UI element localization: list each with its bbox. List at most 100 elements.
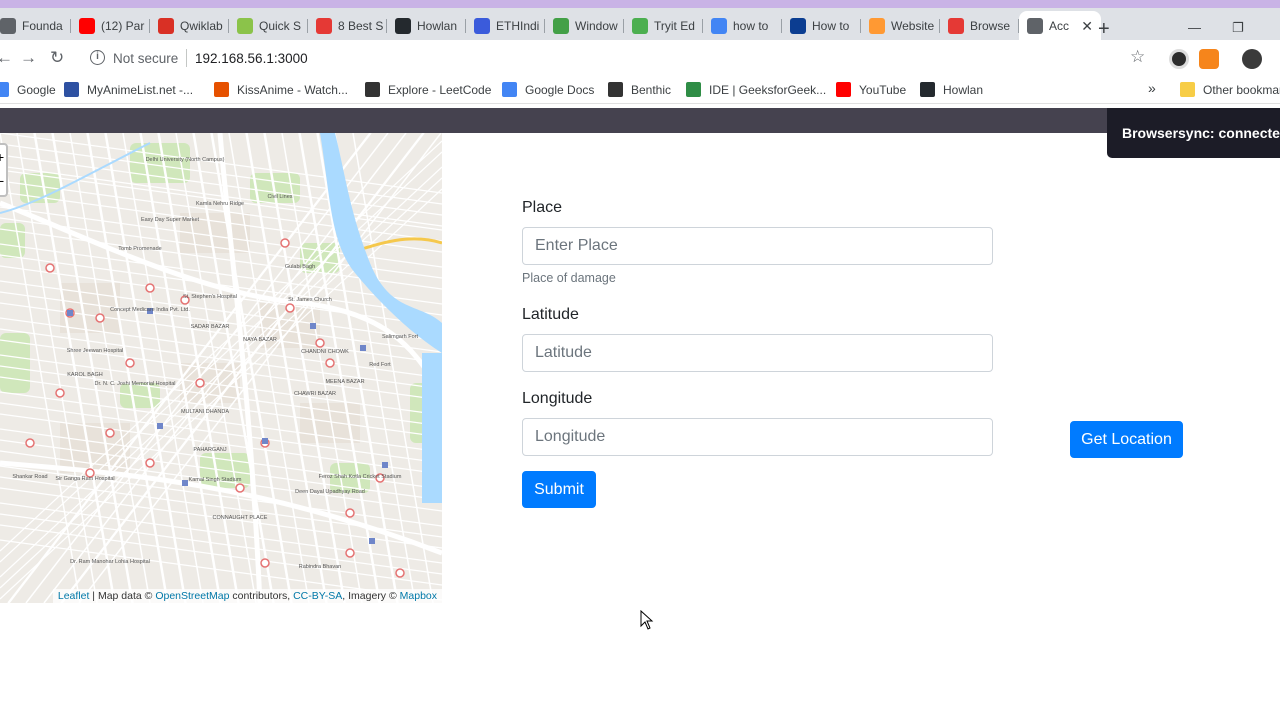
map-transit-marker <box>262 438 268 444</box>
tab-strip: Founda (12) Par Qwiklab Quick S 8 Best S Howl… <box>0 8 1280 40</box>
leaflet-link[interactable]: Leaflet <box>58 590 90 602</box>
bookmark-label: IDE | GeeksforGeek... <box>709 82 827 97</box>
tab-title: Howlan <box>417 18 458 33</box>
bookmark-item[interactable]: Explore - LeetCode <box>365 82 491 97</box>
map-poi-marker <box>145 458 155 468</box>
bookmark-item[interactable]: IDE | GeeksforGeek... <box>686 82 826 97</box>
submit-button[interactable]: Submit <box>522 471 596 508</box>
url-text[interactable]: 192.168.56.1:3000 <box>195 51 308 66</box>
gfg-icon <box>686 82 701 97</box>
mal-icon <box>64 82 79 97</box>
extension-icon[interactable] <box>1169 49 1189 69</box>
tab-title: Browse <box>970 18 1011 33</box>
address-bar[interactable]: i Not secure 192.168.56.1:3000 ☆ <box>80 44 1160 72</box>
bookmark-label: Howlan <box>943 82 984 97</box>
map-poi-marker <box>395 568 405 578</box>
browser-tab[interactable]: ETHIndi <box>466 11 545 40</box>
map-place-label: CHANDNI CHOWK <box>301 349 349 355</box>
browser-tab[interactable]: Website <box>861 11 940 40</box>
map-street <box>33 133 115 603</box>
browser-tab[interactable]: Howlan <box>387 11 466 40</box>
docs-icon <box>502 82 517 97</box>
map-transit-marker <box>369 538 375 544</box>
map-park <box>0 223 25 258</box>
longitude-input[interactable] <box>522 418 993 456</box>
browser-tab[interactable]: Browse <box>940 11 1019 40</box>
map-street <box>34 133 116 603</box>
bookmarks-overflow-button[interactable]: » <box>1148 80 1156 96</box>
window-top-strip <box>0 0 1280 8</box>
new-tab-button[interactable]: + <box>1098 18 1110 41</box>
forward-arrow-icon[interactable]: → <box>20 48 37 68</box>
attribution-text: contributors, <box>229 590 294 602</box>
map-place-label: Kamla Nehru Ridge <box>196 201 244 207</box>
place-label: Place <box>522 199 563 216</box>
zoom-in-button[interactable]: + <box>0 149 8 165</box>
browser-tab[interactable]: Quick S <box>229 11 308 40</box>
leaf-icon <box>237 17 253 34</box>
map-place-label: NAYA BAZAR <box>243 337 277 343</box>
bookmark-star-icon[interactable]: ☆ <box>1130 47 1145 67</box>
google-icon <box>0 82 9 97</box>
browser-tab[interactable]: 8 Best S <box>308 11 387 40</box>
map-place-label: Rabindra Bhavan <box>299 564 342 570</box>
browser-tab[interactable]: Qwiklab <box>150 11 229 40</box>
close-tab-icon[interactable]: ✕ <box>1081 18 1093 35</box>
other-bookmarks-label: Other bookmar <box>1203 82 1280 97</box>
place-input[interactable] <box>522 227 993 265</box>
browsersync-icon <box>948 17 964 34</box>
tab-title: Founda <box>22 18 63 33</box>
get-location-button[interactable]: Get Location <box>1070 421 1183 458</box>
bookmark-item[interactable]: MyAnimeList.net -... <box>64 82 193 97</box>
bookmark-label: MyAnimeList.net -... <box>87 82 194 97</box>
map-poi-marker <box>315 338 325 348</box>
map-poi-marker <box>345 548 355 558</box>
bookmark-item[interactable]: KissAnime - Watch... <box>214 82 348 97</box>
browsersync-notification: Browsersync: connected <box>1107 108 1280 158</box>
browser-tab[interactable]: Acc ✕ <box>1019 11 1101 40</box>
browser-tab[interactable]: Tryit Ed <box>624 11 703 40</box>
security-indicator[interactable]: Not secure <box>113 51 178 66</box>
zoom-out-button[interactable]: − <box>0 173 8 189</box>
bookmark-label: KissAnime - Watch... <box>237 82 348 97</box>
browser-tab[interactable]: (12) Par <box>71 11 150 40</box>
info-icon[interactable]: i <box>90 50 105 65</box>
bookmark-item[interactable]: YouTube <box>836 82 906 97</box>
restore-button[interactable]: ❐ <box>1232 20 1244 36</box>
longitude-label: Longitude <box>522 390 593 407</box>
osm-link[interactable]: OpenStreetMap <box>155 590 229 602</box>
map-poi-marker <box>260 558 270 568</box>
map-place-label: St. James Church <box>288 297 332 303</box>
map-street <box>0 502 442 564</box>
gmail-icon <box>158 17 174 34</box>
latitude-input[interactable] <box>522 334 993 372</box>
leaflet-map[interactable]: Gulabi Bagh Delhi University (North Campu… <box>0 133 442 603</box>
bookmark-item[interactable]: Google <box>0 82 56 97</box>
minimize-button[interactable]: — <box>1188 20 1201 35</box>
license-link[interactable]: CC-BY-SA <box>293 590 342 602</box>
reload-icon[interactable]: ↻ <box>50 48 64 68</box>
mapbox-link[interactable]: Mapbox <box>400 590 437 602</box>
browser-tab[interactable]: How to <box>782 11 861 40</box>
bookmark-item[interactable]: Google Docs <box>502 82 594 97</box>
google-icon <box>711 17 727 34</box>
profile-avatar[interactable] <box>1242 49 1262 69</box>
map-place-label: Civil Lines <box>267 194 292 200</box>
browser-tab[interactable]: Founda <box>0 11 71 40</box>
bookmark-item[interactable]: Benthic <box>608 82 671 97</box>
bookmark-item[interactable]: Howlan <box>920 82 983 97</box>
map-transit-marker <box>67 310 73 316</box>
browser-tab[interactable]: how to <box>703 11 782 40</box>
map-place-label: Feroz Shah Kotla Cricket Stadium <box>319 474 402 480</box>
map-poi-marker <box>195 378 205 388</box>
metamask-fox-icon[interactable] <box>1199 49 1219 69</box>
browser-tab[interactable]: Window <box>545 11 624 40</box>
tab-title: Window <box>575 18 618 33</box>
youtube-icon <box>836 82 851 97</box>
other-bookmarks-folder[interactable]: Other bookmar <box>1180 82 1280 97</box>
folder-icon <box>1180 82 1195 97</box>
bookmark-label: Google <box>17 82 56 97</box>
map-place-label: Salimgarh Fort <box>382 334 419 340</box>
map-poi-marker <box>235 483 245 493</box>
back-arrow-icon[interactable]: ← <box>0 48 13 68</box>
